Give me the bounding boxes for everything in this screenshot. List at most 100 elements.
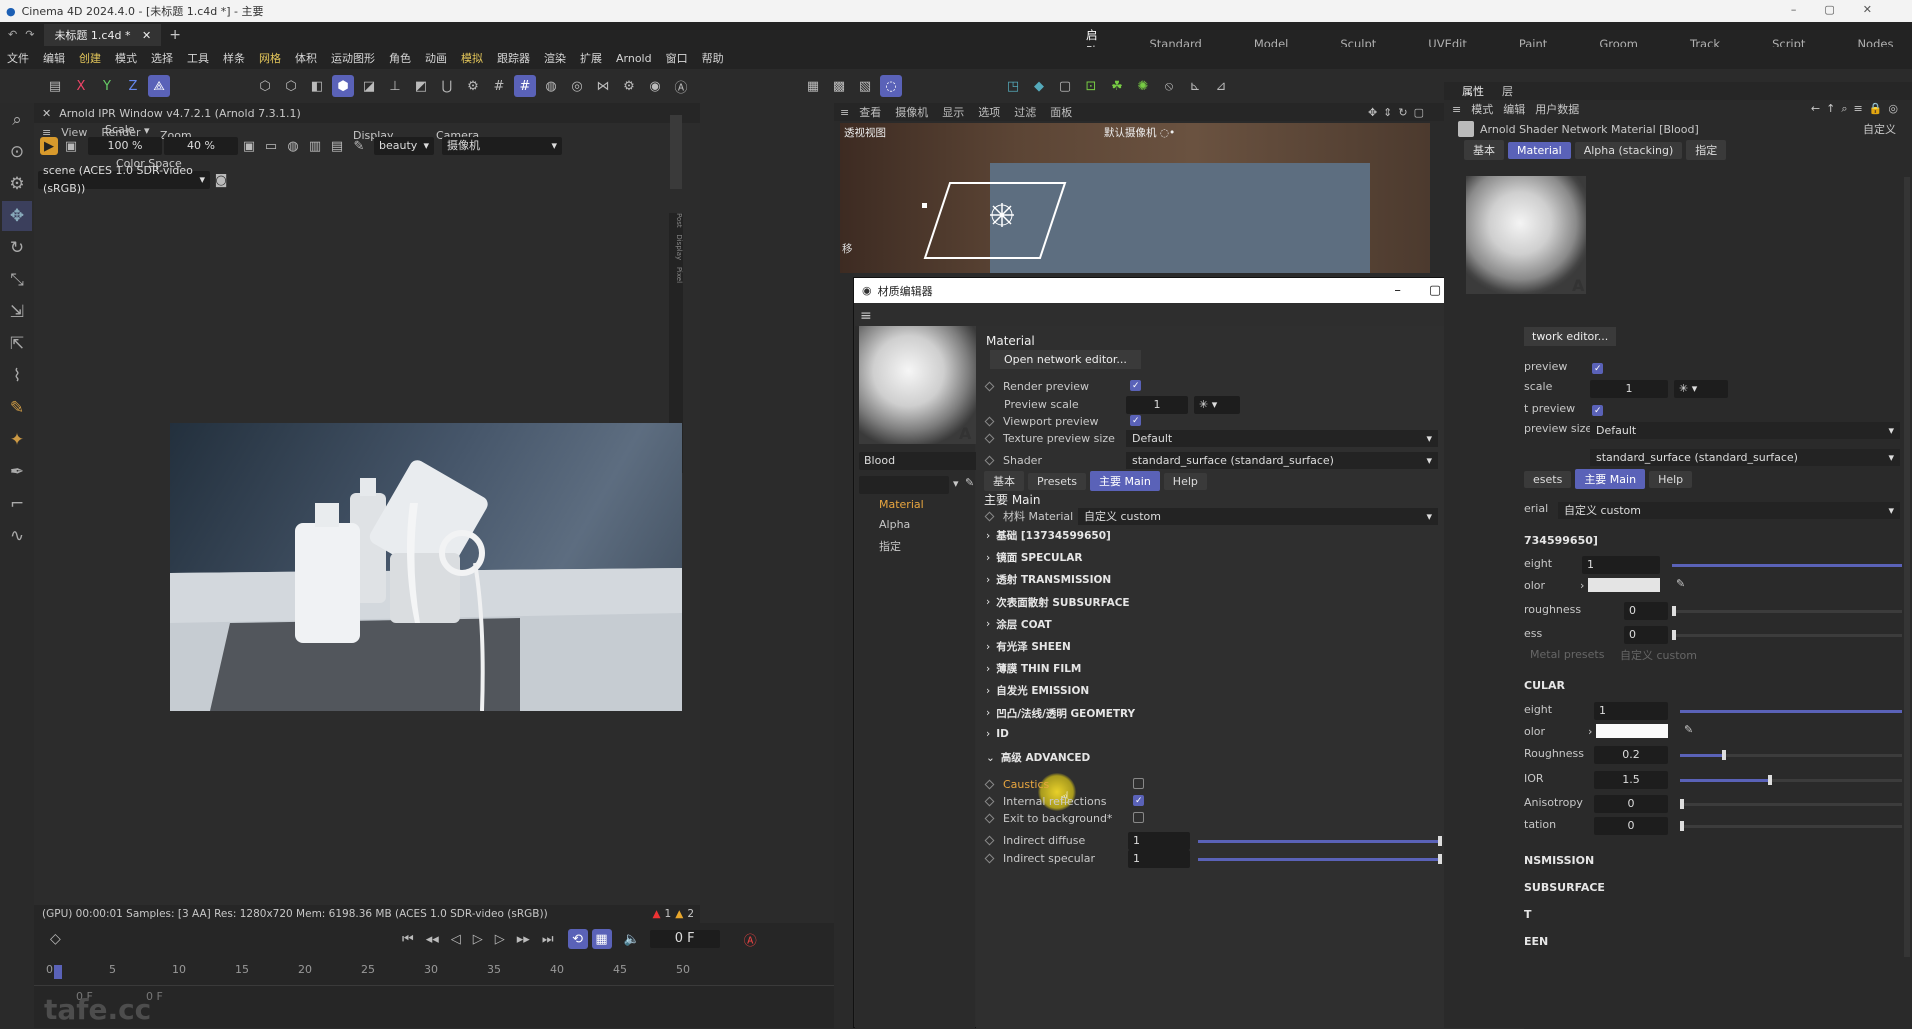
generator-icon[interactable]: ⊡ — [1080, 75, 1102, 97]
symmetry-settings-icon[interactable]: ⚙ — [618, 75, 640, 97]
keyframe-diamond-icon[interactable] — [984, 853, 995, 863]
rotate-icon[interactable]: ↻ — [2, 233, 32, 263]
menu-item[interactable]: 文件 — [7, 50, 29, 66]
attr-tab-main[interactable]: 主要 Main — [1575, 469, 1646, 489]
texture-preview-size-dropdown[interactable]: Default ▾ — [1126, 430, 1438, 447]
chevron-down-icon[interactable]: ▾ — [953, 477, 959, 490]
section-header[interactable]: › ID — [986, 728, 1009, 740]
attr-preview-size-dropdown[interactable]: Default ▾ — [1590, 422, 1900, 439]
section-header[interactable]: › 自发光 EMISSION — [986, 683, 1089, 698]
timeline-ruler[interactable]: 0 5 10 15 20 25 30 35 40 45 50 — [34, 963, 854, 983]
attr-ior-slider[interactable] — [1680, 775, 1902, 785]
viewport-menu-cameras[interactable]: 摄像机 — [895, 104, 928, 120]
attr-nav-icons[interactable]: ←↑⌕≡🔒◎ — [1811, 102, 1904, 116]
menu-item[interactable]: 工具 — [187, 50, 209, 66]
attr-t-preview-checkbox[interactable] — [1592, 405, 1603, 416]
zoom-input[interactable]: 40 % — [164, 137, 238, 155]
cube-icon[interactable]: ◳ — [1002, 75, 1024, 97]
ipr-scrollbar[interactable] — [670, 115, 682, 189]
shader-dropdown[interactable]: standard_surface (standard_surface) ▾ — [1126, 452, 1438, 469]
live-selection-icon[interactable]: ⊙ — [2, 137, 32, 167]
scale-dropdown-icon[interactable]: ▾ — [144, 124, 150, 137]
soft-selection-icon[interactable]: ◍ — [540, 75, 562, 97]
tab-main[interactable]: 主要 Main — [1090, 471, 1160, 491]
menu-item[interactable]: 运动图形 — [331, 50, 375, 66]
menu-item[interactable]: 网格 — [259, 50, 281, 66]
attr-transmission-header[interactable]: NSMISSION — [1524, 854, 1594, 867]
viewport-hamburger-icon[interactable]: ≡ — [840, 106, 849, 119]
section-header[interactable]: › 次表面散射 SUBSURFACE — [986, 595, 1130, 610]
render-settings-icon[interactable]: ▧ — [854, 75, 876, 97]
keyframe-diamond-icon[interactable] — [984, 796, 995, 806]
menu-item[interactable]: Arnold — [616, 52, 652, 65]
prev-key-icon[interactable]: ◂◂ — [426, 932, 439, 947]
section-header[interactable]: › 凹凸/法线/透明 GEOMETRY — [986, 706, 1135, 721]
workplane-icon[interactable]: # — [514, 75, 536, 97]
tweak-mode-icon[interactable]: ◩ — [410, 75, 432, 97]
section-header[interactable]: › 涂层 COAT — [986, 617, 1052, 632]
keyframe-diamond-icon[interactable] — [984, 433, 995, 443]
attr-menu-mode[interactable]: 模式 — [1471, 101, 1493, 117]
loop-icon[interactable]: ⟲ — [567, 929, 588, 949]
keyframe-icon[interactable]: ◇ — [50, 931, 61, 947]
attr-base-color-swatch[interactable] — [1588, 578, 1660, 592]
attr-subsurface-header[interactable]: SUBSURFACE — [1524, 881, 1605, 894]
tab-attributes[interactable]: 属性 — [1462, 83, 1484, 99]
attr-tab-alpha[interactable]: Alpha (stacking) — [1574, 141, 1683, 159]
keyframe-mode-icon[interactable]: ▦ — [591, 929, 612, 949]
channel-alpha[interactable]: Alpha — [879, 518, 910, 531]
attr-rotation-slider[interactable] — [1680, 821, 1902, 831]
paint-icon[interactable]: ✎ — [2, 393, 32, 423]
prev-frame-icon[interactable]: ◁ — [451, 932, 461, 947]
move-icon[interactable]: ✥ — [2, 201, 32, 231]
attr-ior-input[interactable]: 1.5 — [1594, 771, 1668, 789]
attr-scale-input[interactable]: 1 — [1590, 380, 1668, 398]
sculpt-icon[interactable]: ✦ — [2, 425, 32, 455]
x-axis-toggle[interactable]: X — [70, 75, 92, 97]
attr-s-weight-slider[interactable] — [1680, 710, 1902, 713]
attr-material-preview[interactable] — [1466, 176, 1586, 294]
camera-icon[interactable]: ⊿ — [1210, 75, 1232, 97]
compare-icon[interactable]: ▤ — [328, 137, 346, 155]
attr-material-dropdown[interactable]: 自定义 custom ▾ — [1558, 502, 1900, 519]
globe-icon[interactable]: ◍ — [284, 137, 302, 155]
side-tab-pixel[interactable]: Pixel — [675, 267, 683, 283]
menu-item[interactable]: 窗口 — [666, 50, 688, 66]
attr-tab-help[interactable]: Help — [1649, 470, 1693, 488]
menu-item[interactable]: 样条 — [223, 50, 245, 66]
preview-scale-dropdown[interactable]: ✳ ▾ — [1194, 396, 1240, 414]
attr-base-header[interactable]: 734599650] — [1524, 534, 1598, 547]
menu-item[interactable]: 模拟 — [461, 50, 483, 66]
model-mode-icon[interactable]: ⬢ — [332, 75, 354, 97]
attr-mode-dropdown[interactable]: 自定义 — [1863, 121, 1896, 137]
attr-specular-color-swatch[interactable] — [1596, 724, 1668, 738]
redo-icon[interactable]: ↷ — [25, 28, 34, 41]
lock-icon[interactable]: ◉ — [644, 75, 666, 97]
axis-mode-icon[interactable]: ⊥ — [384, 75, 406, 97]
menu-item[interactable]: 创建 — [79, 50, 101, 66]
mograph-icon[interactable]: ☘ — [1106, 75, 1128, 97]
region-icon[interactable]: ▣ — [240, 137, 258, 155]
open-network-editor-button[interactable]: Open network editor... — [990, 350, 1141, 369]
document-tab[interactable]: 未标题 1.c4d * ✕ — [44, 23, 162, 46]
menu-item[interactable]: 选择 — [151, 50, 173, 66]
indirect-diffuse-input[interactable]: 1 — [1128, 832, 1190, 850]
internal-reflections-checkbox[interactable] — [1133, 795, 1144, 806]
deformer-icon[interactable]: ✺ — [1132, 75, 1154, 97]
menu-item[interactable]: 渲染 — [544, 50, 566, 66]
material-search-field[interactable] — [859, 476, 949, 494]
points-mode-icon[interactable]: ⬡ — [254, 75, 276, 97]
keyframe-diamond-icon[interactable] — [984, 779, 995, 789]
attr-s-weight-input[interactable]: 1 — [1594, 702, 1668, 720]
current-frame-input[interactable]: 0 F — [649, 930, 720, 948]
snap-settings-icon[interactable]: ⚙ — [462, 75, 484, 97]
keyframe-diamond-icon[interactable] — [984, 835, 995, 845]
material-editor-menu-icon[interactable]: ≡ — [860, 308, 872, 324]
attr-coat-header[interactable]: T — [1524, 908, 1532, 921]
section-header[interactable]: ⌄ 高级 ADVANCED — [986, 750, 1090, 765]
section-header[interactable]: › 薄膜 THIN FILM — [986, 661, 1081, 676]
attr-s-roughness-input[interactable]: 0.2 — [1594, 746, 1668, 764]
attr-tab-material[interactable]: Material — [1508, 141, 1571, 159]
keyframe-diamond-icon[interactable] — [984, 455, 995, 465]
indirect-specular-input[interactable]: 1 — [1128, 850, 1190, 868]
